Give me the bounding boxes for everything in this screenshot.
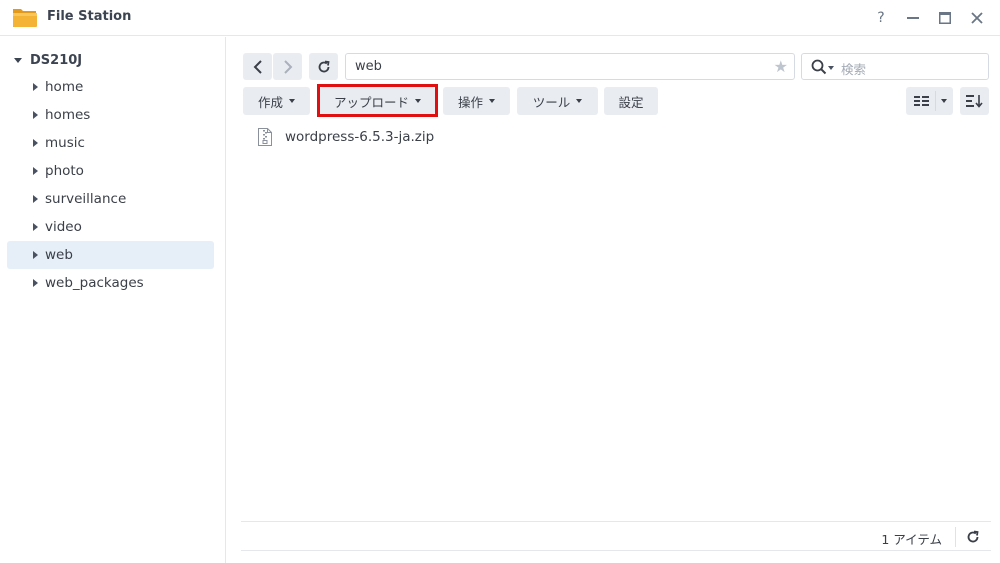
refresh-icon — [318, 60, 330, 72]
tree-item-label: surveillance — [45, 191, 127, 207]
path-bar[interactable]: web ★ — [345, 53, 795, 80]
tree-item-video[interactable]: video — [7, 213, 214, 241]
close-icon[interactable] — [967, 8, 987, 28]
forward-button[interactable] — [273, 53, 302, 80]
refresh-button[interactable] — [309, 53, 338, 80]
caret-down-icon — [489, 99, 495, 103]
tree-item-photo[interactable]: photo — [7, 157, 214, 185]
tree-item-label: homes — [45, 107, 91, 123]
item-count: 1 アイテム — [881, 532, 942, 547]
help-label: ? — [877, 10, 885, 26]
status-divider — [955, 527, 956, 547]
chevron-right-icon — [283, 59, 292, 74]
tree-item-web-packages[interactable]: web_packages — [7, 269, 214, 297]
help-icon[interactable]: ? — [871, 8, 891, 28]
tree-item-label: music — [45, 135, 85, 151]
tree-item-homes[interactable]: homes — [7, 101, 214, 129]
star-icon[interactable]: ★ — [774, 57, 788, 76]
tree-root-ds210j[interactable]: DS210J — [14, 51, 82, 69]
chevron-left-icon — [253, 59, 262, 74]
folder-icon — [13, 9, 37, 27]
file-row[interactable]: wordpress-6.5.3-ja.zip — [257, 125, 434, 149]
back-button[interactable] — [243, 53, 272, 80]
caret-down-icon — [14, 57, 22, 63]
file-name: wordpress-6.5.3-ja.zip — [285, 129, 435, 145]
caret-right-icon — [33, 279, 38, 287]
view-mode-button[interactable] — [906, 87, 953, 115]
tree-item-web[interactable]: web — [7, 241, 214, 269]
zip-file-icon — [258, 128, 272, 146]
caret-down-icon — [289, 99, 295, 103]
settings-button[interactable]: 設定 — [604, 87, 658, 115]
search-placeholder: 検索 — [841, 62, 867, 77]
caret-right-icon — [33, 83, 38, 91]
caret-down-icon — [941, 99, 947, 103]
tree-item-surveillance[interactable]: surveillance — [7, 185, 214, 213]
search-icon[interactable] — [811, 59, 827, 75]
caret-right-icon — [33, 223, 38, 231]
maximize-icon[interactable] — [935, 8, 955, 28]
action-button[interactable]: 操作 — [443, 87, 510, 115]
title-bar: File Station ? — [0, 0, 1000, 36]
tools-button[interactable]: ツール — [517, 87, 598, 115]
status-refresh-button[interactable] — [964, 528, 982, 546]
main-panel: web ★ 検索 作成 アップロード 操作 ツール 設定 wordpress-6… — [227, 37, 1000, 563]
caret-right-icon — [33, 167, 38, 175]
tree-item-label: video — [45, 219, 82, 235]
search-input[interactable]: 検索 — [801, 53, 989, 80]
tools-label: ツール — [532, 94, 571, 110]
caret-right-icon — [33, 251, 38, 259]
create-label: 作成 — [257, 94, 283, 110]
search-options-caret-icon[interactable] — [828, 66, 834, 70]
action-label: 操作 — [457, 94, 483, 110]
list-view-icon — [914, 96, 929, 106]
create-button[interactable]: 作成 — [243, 87, 310, 115]
tree-root-label: DS210J — [30, 52, 83, 68]
tree-item-label: home — [45, 79, 84, 95]
sort-icon — [966, 95, 983, 108]
window-title: File Station — [47, 9, 132, 24]
minimize-icon[interactable] — [903, 8, 923, 28]
caret-right-icon — [33, 139, 38, 147]
status-bar: 1 アイテム — [241, 521, 991, 551]
refresh-icon — [967, 530, 979, 543]
upload-highlight-box — [317, 84, 438, 117]
tree-item-music[interactable]: music — [7, 129, 214, 157]
tree-item-home[interactable]: home — [7, 73, 214, 101]
sort-button[interactable] — [960, 87, 989, 115]
tree-item-label: web — [45, 247, 73, 263]
caret-down-icon — [576, 99, 583, 103]
folder-tree: DS210J home homes music photo surveillan… — [0, 37, 226, 563]
caret-right-icon — [33, 111, 38, 119]
settings-label: 設定 — [618, 94, 644, 110]
tree-item-label: web_packages — [45, 275, 144, 291]
tree-item-label: photo — [45, 163, 84, 179]
caret-right-icon — [33, 195, 38, 203]
path-text: web — [355, 59, 382, 74]
